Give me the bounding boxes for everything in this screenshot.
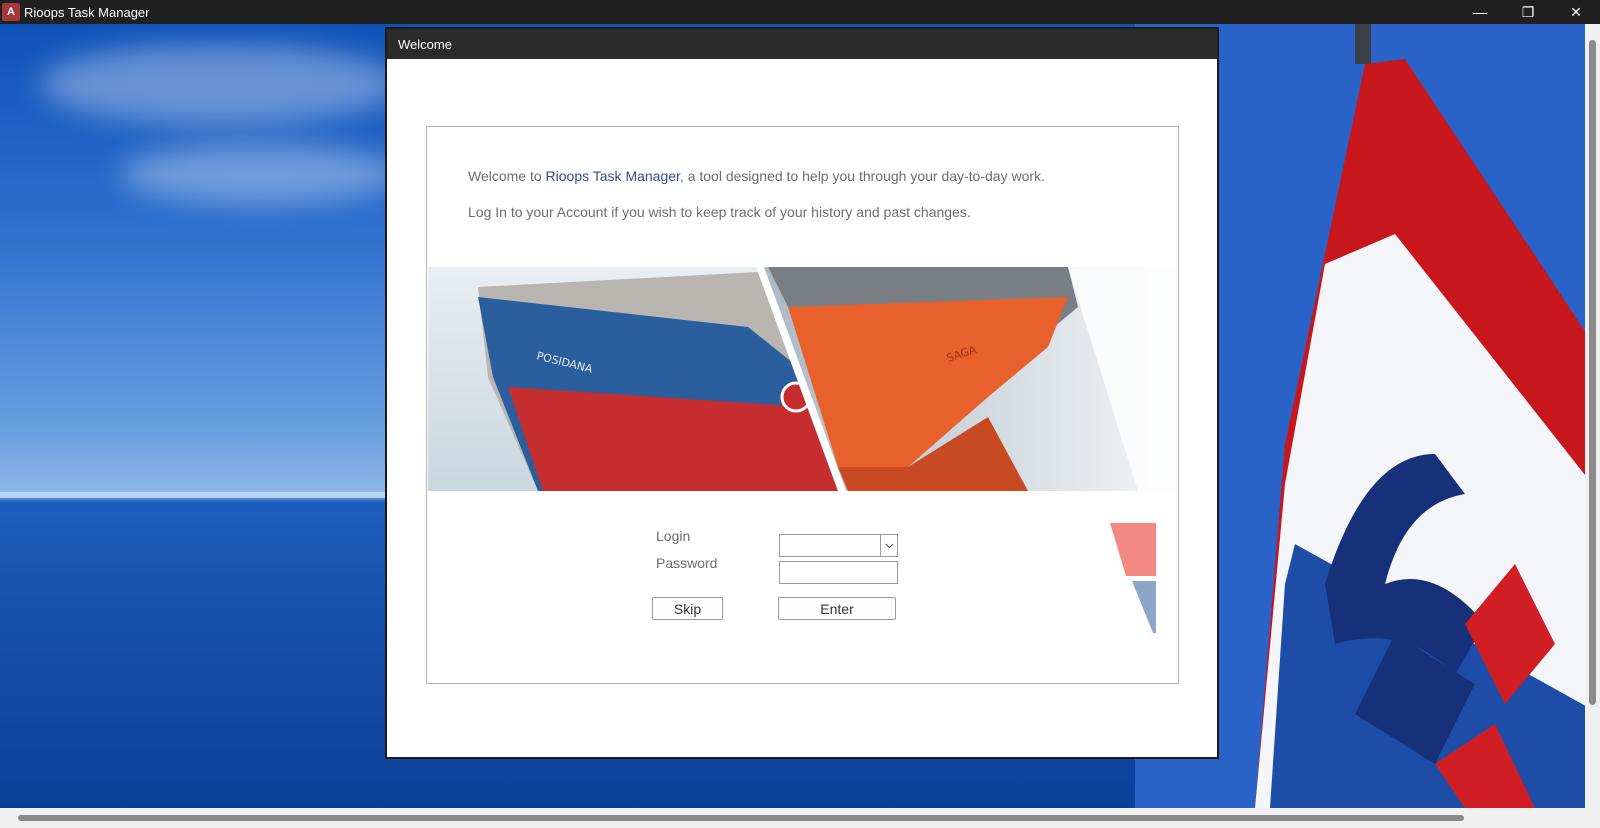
welcome-panel: Welcome to Rioops Task Manager, a tool d…: [426, 126, 1179, 684]
brand-name: Rioops Task Manager: [545, 168, 680, 184]
login-combobox[interactable]: [779, 534, 898, 557]
restore-button[interactable]: ❐: [1504, 0, 1552, 24]
close-button[interactable]: ✕: [1552, 0, 1600, 24]
ships-banner-image: POSIDANA SAGA: [428, 267, 1178, 491]
password-field[interactable]: [779, 561, 898, 584]
vertical-scroll-thumb[interactable]: [1589, 40, 1596, 705]
horizontal-scrollbar[interactable]: [0, 808, 1600, 828]
enter-button[interactable]: Enter: [778, 597, 896, 620]
intro-line-1: Welcome to Rioops Task Manager, a tool d…: [468, 168, 1045, 184]
welcome-dialog: Welcome Welcome to Rioops Task Manager, …: [385, 27, 1219, 759]
dialog-title: Welcome: [398, 36, 452, 52]
intro-text: Welcome to Rioops Task Manager, a tool d…: [468, 167, 1045, 239]
dialog-title-bar[interactable]: Welcome: [387, 29, 1217, 59]
app-title-bar: A Rioops Task Manager — ❐ ✕: [0, 0, 1600, 24]
chevron-down-icon[interactable]: [880, 535, 897, 556]
window-controls: — ❐ ✕: [1456, 0, 1600, 24]
intro-line-2: Log In to your Account if you wish to ke…: [468, 204, 971, 220]
horizontal-scroll-thumb[interactable]: [18, 815, 1464, 821]
decorative-triangles: [1110, 523, 1156, 633]
app-title: Rioops Task Manager: [24, 4, 150, 20]
password-label: Password: [656, 555, 718, 571]
access-logo-icon: A: [2, 3, 20, 21]
skip-button[interactable]: Skip: [652, 597, 723, 620]
vertical-scrollbar[interactable]: [1585, 24, 1600, 808]
login-label: Login: [656, 528, 691, 544]
minimize-button[interactable]: —: [1456, 0, 1504, 24]
